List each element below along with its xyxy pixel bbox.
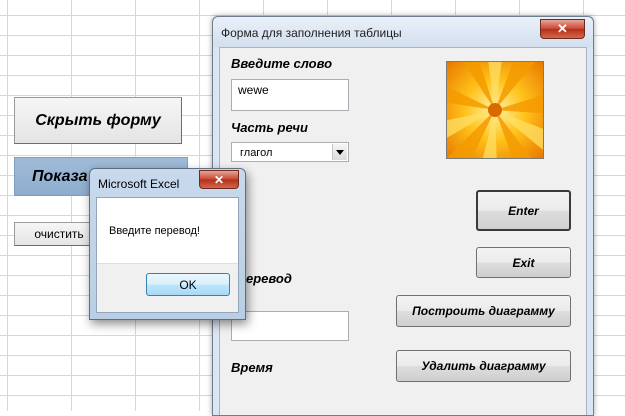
chevron-down-icon[interactable] xyxy=(332,144,347,160)
translation-label: еревод xyxy=(246,271,292,286)
build-chart-button[interactable]: Построить диаграмму xyxy=(396,295,571,327)
translation-input[interactable] xyxy=(231,311,349,341)
word-label: Введите слово xyxy=(231,56,333,71)
userform-titlebar[interactable]: Форма для заполнения таблицы ✕ xyxy=(213,17,593,47)
part-of-speech-select[interactable]: глагол xyxy=(231,142,349,162)
part-of-speech-label: Часть речи xyxy=(231,120,308,135)
message-box-title: Microsoft Excel xyxy=(98,177,180,191)
close-icon: ✕ xyxy=(213,172,225,187)
userform-window: Форма для заполнения таблицы ✕ Введите с… xyxy=(212,16,594,416)
message-text: Введите перевод! xyxy=(109,225,200,237)
close-icon: ✕ xyxy=(557,21,568,36)
userform-close-button[interactable]: ✕ xyxy=(540,19,585,39)
exit-button[interactable]: Exit xyxy=(476,247,571,278)
message-box: Microsoft Excel ✕ Введите перевод! OK xyxy=(89,168,246,320)
userform-body: Введите слово wewe Часть речи глагол Ent… xyxy=(219,47,587,415)
part-of-speech-value: глагол xyxy=(240,147,273,159)
hide-form-button[interactable]: Скрыть форму xyxy=(14,97,182,144)
enter-button[interactable]: Enter xyxy=(476,190,571,231)
time-label: Время xyxy=(231,360,273,375)
message-box-close-button[interactable]: ✕ xyxy=(199,170,239,189)
delete-chart-button[interactable]: Удалить диаграмму xyxy=(396,350,571,382)
flower-image xyxy=(446,61,544,159)
userform-title: Форма для заполнения таблицы xyxy=(221,26,402,40)
message-box-footer: OK xyxy=(97,263,238,312)
word-input[interactable]: wewe xyxy=(231,79,349,111)
message-box-body: Введите перевод! OK xyxy=(96,197,239,313)
ok-button[interactable]: OK xyxy=(146,273,230,296)
